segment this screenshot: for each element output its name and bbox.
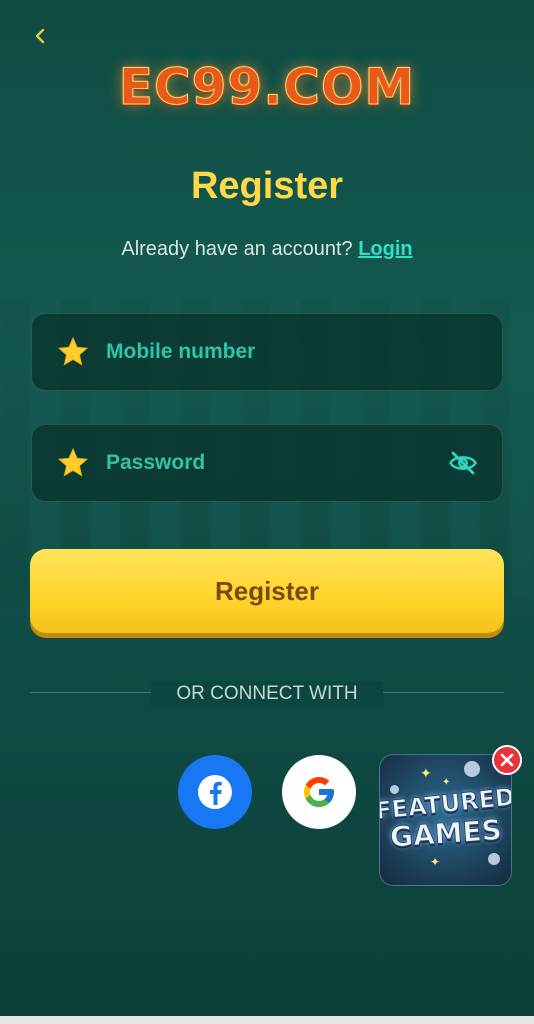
divider-label: OR CONNECT WITH	[151, 681, 383, 707]
chevron-left-icon	[35, 28, 45, 44]
page-title: Register	[190, 165, 344, 207]
bubble-decoration	[464, 761, 480, 777]
facebook-login-button[interactable]	[178, 755, 252, 829]
featured-line2: GAMES	[388, 813, 503, 855]
sparkle-icon: ✦	[430, 855, 441, 869]
facebook-icon	[198, 775, 232, 809]
bubble-decoration	[488, 853, 500, 865]
divider-right	[383, 692, 504, 693]
sparkle-icon: ✦	[420, 765, 432, 781]
sparkle-icon: ✦	[442, 777, 451, 788]
google-icon	[304, 777, 334, 807]
login-prompt: Already have an account? Login	[0, 238, 534, 261]
star-icon	[57, 336, 89, 366]
featured-games-banner[interactable]: ✦ ✦ ✦ FEATURED GAMES	[379, 754, 512, 886]
brand-logo: EC99.COM	[118, 58, 416, 117]
close-promo-button[interactable]	[492, 745, 522, 775]
bubble-decoration	[390, 785, 399, 794]
login-prompt-text: Already have an account?	[121, 238, 353, 260]
login-link[interactable]: Login	[358, 238, 412, 260]
back-button[interactable]	[28, 24, 52, 48]
register-button[interactable]: Register	[30, 549, 504, 633]
google-login-button[interactable]	[282, 755, 356, 829]
close-icon	[500, 753, 514, 767]
star-icon	[57, 447, 89, 477]
password-field[interactable]	[31, 424, 503, 502]
password-input[interactable]	[106, 451, 448, 475]
divider-left	[30, 692, 151, 693]
system-bottom-bar	[0, 1016, 534, 1024]
eye-off-icon[interactable]	[448, 448, 478, 478]
mobile-field[interactable]	[31, 313, 503, 391]
mobile-input[interactable]	[106, 340, 502, 364]
